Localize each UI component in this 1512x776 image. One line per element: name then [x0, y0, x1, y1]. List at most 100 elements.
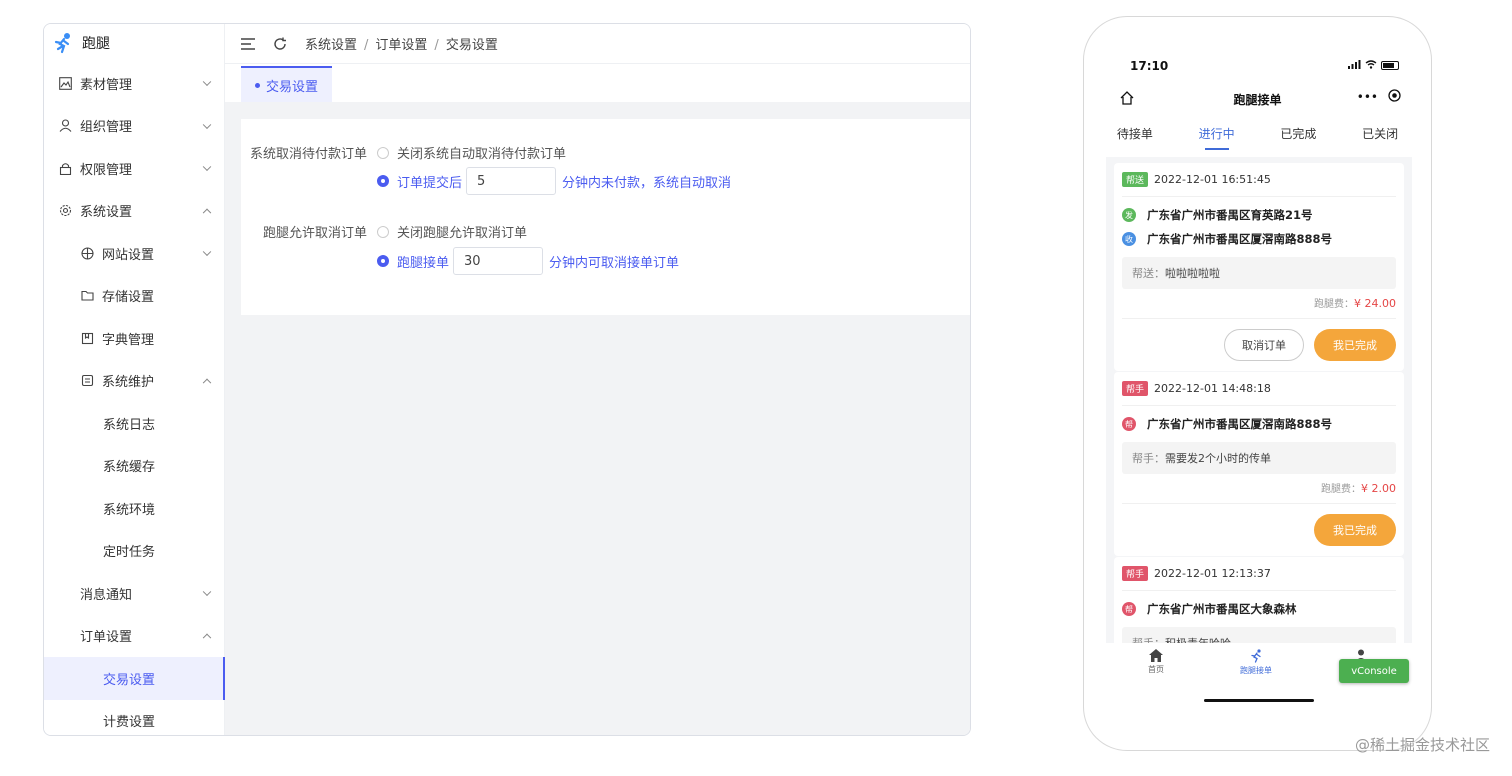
- order-header: 帮手 2022-12-01 14:48:18: [1122, 372, 1396, 406]
- address-text: 广东省广州市番禺区厦滘南路888号: [1147, 417, 1333, 431]
- sidebar-item-label: 消息通知: [80, 587, 133, 603]
- order-type-badge: 帮手: [1122, 566, 1149, 581]
- close-miniprogram-icon[interactable]: [1388, 89, 1401, 105]
- main-content: 系统设置 / 订单设置 / 交易设置 交易设置 系统取消待付款订单 关闭系统自动取消待付…: [225, 24, 970, 735]
- tab-closed[interactable]: 已关闭: [1362, 125, 1398, 150]
- breadcrumb-item[interactable]: 订单设置: [375, 38, 427, 53]
- order-time: 2022-12-01 14:48:18: [1154, 382, 1271, 395]
- sidebar-item-order-settings[interactable]: 订单设置: [44, 615, 224, 658]
- runner-cancel-minutes-input[interactable]: [453, 247, 544, 275]
- sidebar-item-assets[interactable]: 素材管理: [44, 62, 224, 105]
- sidebar-item-label: 系统设置: [80, 205, 133, 221]
- mark-done-button[interactable]: 我已完成: [1314, 514, 1396, 546]
- order-note: 帮送： 啦啦啦啦啦: [1122, 257, 1396, 289]
- sidebar-item-billing-settings[interactable]: 计费设置: [44, 700, 224, 736]
- sidebar-item-notifications[interactable]: 消息通知: [44, 572, 224, 615]
- radio-button[interactable]: [377, 146, 389, 159]
- address-text: 广东省广州市番禺区育英路21号: [1147, 208, 1313, 222]
- order-header: 帮送 2022-12-01 16:51:45: [1122, 163, 1396, 197]
- fee-value: ¥ 2.00: [1361, 482, 1396, 495]
- address-text: 广东省广州市番禺区厦滘南路888号: [1147, 232, 1333, 246]
- home-filled-icon: [1149, 649, 1163, 664]
- input-suffix: 分钟内可取消接单订单: [549, 255, 680, 271]
- help-badge-icon: 帮: [1122, 417, 1136, 431]
- form-label: 系统取消待付款订单: [249, 147, 367, 162]
- form-row-auto-cancel-minutes: 订单提交后 分钟内未付款，系统自动取消: [241, 167, 731, 195]
- breadcrumb-separator: /: [364, 38, 369, 53]
- order-card[interactable]: 帮手 2022-12-01 12:13:37 帮 广东省广州市番禺区大象森林 帮…: [1114, 557, 1404, 643]
- radio-label[interactable]: 跑腿接单: [397, 252, 449, 271]
- radio-label[interactable]: 关闭跑腿允许取消订单: [397, 222, 527, 241]
- sidebar-item-label: 权限管理: [80, 162, 133, 178]
- order-fee: 跑腿费：¥ 2.00: [1122, 474, 1396, 504]
- sidebar-item-system-cache[interactable]: 系统缓存: [44, 445, 224, 488]
- radio-button[interactable]: [377, 225, 389, 238]
- gear-icon: [58, 204, 72, 218]
- sidebar-item-scheduled-tasks[interactable]: 定时任务: [44, 530, 224, 573]
- wifi-icon: [1365, 59, 1377, 72]
- order-type-badge: 帮送: [1122, 172, 1149, 187]
- settings-card: 系统取消待付款订单 关闭系统自动取消待付款订单 订单提交后 分钟内未付款，系统自…: [241, 119, 970, 315]
- breadcrumb: 系统设置 / 订单设置 / 交易设置: [305, 34, 498, 53]
- mark-done-button[interactable]: 我已完成: [1314, 329, 1396, 361]
- tab-pending[interactable]: 待接单: [1117, 125, 1153, 150]
- sidebar-item-label: 订单设置: [80, 630, 133, 646]
- vconsole-button[interactable]: vConsole: [1339, 659, 1409, 683]
- breadcrumb-item: 交易设置: [445, 38, 498, 53]
- refresh-icon[interactable]: [273, 37, 287, 51]
- brand[interactable]: 跑腿: [44, 24, 224, 62]
- radio-label[interactable]: 关闭系统自动取消待付款订单: [397, 143, 566, 162]
- order-card[interactable]: 帮送 2022-12-01 16:51:45 发 广东省广州市番禺区育英路21号…: [1114, 163, 1404, 371]
- sidebar-item-org[interactable]: 组织管理: [44, 105, 224, 148]
- order-note: 帮手：积极青年哈哈: [1122, 627, 1396, 643]
- sidebar-item-dictionary[interactable]: 字典管理: [44, 317, 224, 360]
- sidebar-item-permissions[interactable]: 权限管理: [44, 147, 224, 190]
- chevron-up-icon: [202, 208, 212, 217]
- address-text: 广东省广州市番禺区大象森林: [1147, 602, 1297, 616]
- radio-label[interactable]: 订单提交后: [397, 172, 462, 191]
- address-help: 帮 广东省广州市番禺区大象森林: [1122, 597, 1396, 621]
- chevron-down-icon: [202, 77, 212, 87]
- note-text: 积极青年哈哈: [1165, 635, 1231, 643]
- sidebar: 跑腿 素材管理 组织管理 权限管理 系统设置 网站设置 存储设置 字典管理 系统…: [44, 24, 225, 735]
- sidebar-item-website[interactable]: 网站设置: [44, 232, 224, 275]
- sidebar-item-trade-settings[interactable]: 交易设置: [44, 657, 225, 700]
- sidebar-item-system-log[interactable]: 系统日志: [44, 402, 224, 445]
- topbar: 系统设置 / 订单设置 / 交易设置: [225, 24, 970, 64]
- chevron-down-icon: [202, 587, 212, 597]
- sidebar-item-system-settings[interactable]: 系统设置: [44, 190, 224, 233]
- admin-window: 跑腿 素材管理 组织管理 权限管理 系统设置 网站设置 存储设置 字典管理 系统…: [43, 23, 971, 736]
- menu-fold-icon[interactable]: [241, 37, 255, 50]
- sidebar-item-label: 系统缓存: [103, 460, 156, 476]
- note-text: 啦啦啦啦啦: [1165, 267, 1220, 280]
- order-actions: 取消订单 我已完成: [1122, 319, 1396, 371]
- address-from: 发 广东省广州市番禺区育英路21号: [1122, 203, 1396, 227]
- nav-home[interactable]: 首页: [1148, 649, 1164, 675]
- chevron-down-icon: [202, 162, 212, 172]
- sidebar-item-maintenance[interactable]: 系统维护: [44, 360, 224, 403]
- from-badge-icon: 发: [1122, 208, 1136, 222]
- cancel-order-button[interactable]: 取消订单: [1224, 329, 1304, 361]
- help-badge-icon: 帮: [1122, 602, 1136, 616]
- nav-runner[interactable]: 跑腿接单: [1240, 649, 1272, 676]
- more-icon[interactable]: •••: [1357, 90, 1378, 104]
- status-time: 17:10: [1130, 59, 1169, 73]
- radio-button-selected[interactable]: [377, 255, 389, 267]
- form-row-auto-cancel: 系统取消待付款订单 关闭系统自动取消待付款订单: [241, 143, 566, 162]
- breadcrumb-item[interactable]: 系统设置: [305, 38, 357, 53]
- order-card[interactable]: 帮手 2022-12-01 14:48:18 帮 广东省广州市番禺区厦滘南路88…: [1114, 372, 1404, 556]
- tab-in-progress[interactable]: 进行中: [1199, 125, 1235, 150]
- tab-trade-settings[interactable]: 交易设置: [241, 66, 333, 102]
- cancel-minutes-input[interactable]: [466, 167, 557, 195]
- chevron-up-icon: [202, 378, 212, 387]
- sidebar-item-storage[interactable]: 存储设置: [44, 275, 224, 318]
- sidebar-item-label: 系统日志: [103, 417, 156, 433]
- tab-completed[interactable]: 已完成: [1280, 125, 1316, 150]
- chevron-up-icon: [202, 633, 212, 642]
- radio-button-selected[interactable]: [377, 175, 389, 187]
- sidebar-item-system-env[interactable]: 系统环境: [44, 487, 224, 530]
- active-dot-icon: [255, 82, 260, 88]
- sidebar-item-label: 素材管理: [80, 77, 133, 93]
- order-note: 帮手： 需要发2个小时的传单: [1122, 442, 1396, 474]
- form-row-runner-cancel: 跑腿允许取消订单 关闭跑腿允许取消订单: [241, 222, 527, 241]
